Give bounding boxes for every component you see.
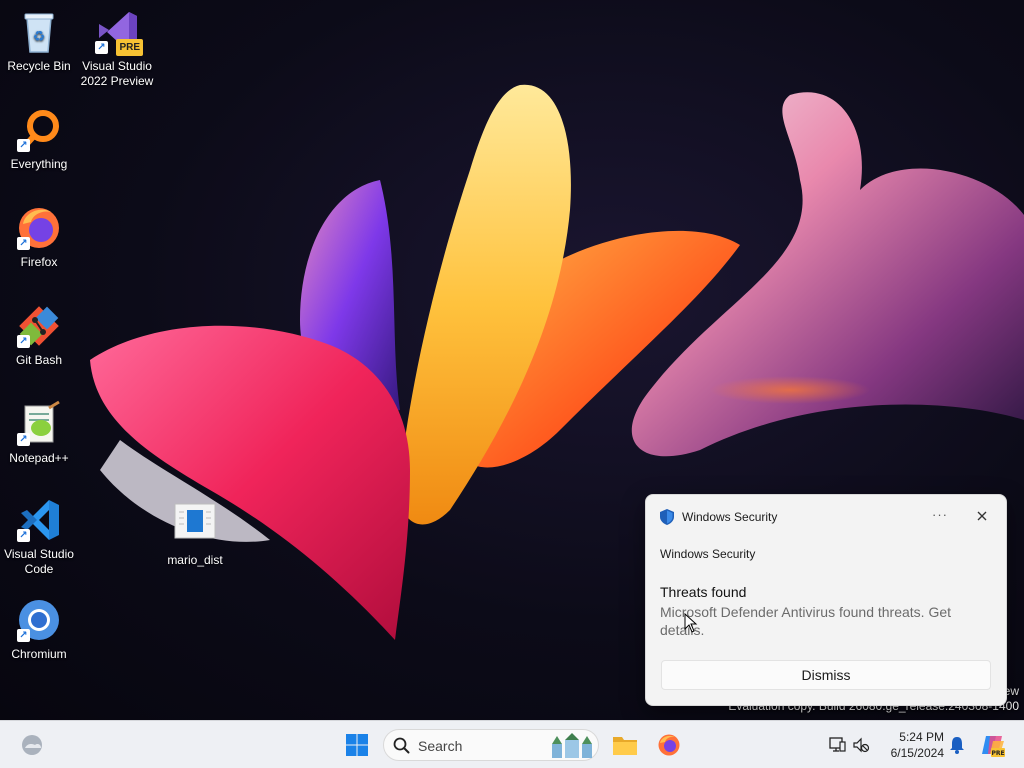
windows-security-notification[interactable]: Windows Security ··· Windows Security Th…: [645, 494, 1007, 706]
desktop-icon-label: Everything: [10, 157, 68, 171]
search-highlight-illustration-icon: [552, 733, 592, 758]
shortcut-arrow-icon: ↗: [17, 629, 30, 642]
svg-text:PRE: PRE: [991, 750, 1004, 757]
search-placeholder: Search: [418, 738, 463, 754]
taskbar-file-explorer[interactable]: [608, 721, 642, 768]
chromium-icon: ↗: [15, 596, 63, 644]
desktop-icon-label: Firefox: [20, 255, 58, 269]
copilot-button[interactable]: PRE: [978, 721, 1008, 768]
clock-date: 6/15/2024: [890, 746, 944, 760]
dismiss-button[interactable]: Dismiss: [661, 660, 991, 690]
firefox-icon: ↗: [15, 204, 63, 252]
desktop-icon-git-bash[interactable]: ↗ Git Bash: [0, 302, 78, 368]
desktop-icon-label: Visual Studio: [82, 59, 152, 73]
notification-app-name: Windows Security: [682, 510, 778, 524]
copilot-preview-icon: PRE: [982, 736, 1005, 757]
shortcut-arrow-icon: ↗: [17, 529, 30, 542]
notification-subtitle: Windows Security: [660, 547, 756, 561]
desktop-icon-mario-dist[interactable]: mario_dist: [156, 502, 234, 568]
vscode-icon: ↗: [15, 496, 63, 544]
desktop-icon-label: Notepad++: [9, 451, 69, 465]
tray-network-button[interactable]: [826, 721, 848, 768]
close-icon[interactable]: [974, 508, 990, 524]
preview-badge: PRE: [116, 39, 143, 56]
desktop-icon-label: Git Bash: [15, 353, 63, 367]
more-options-button[interactable]: ···: [932, 507, 948, 522]
notification-header: Windows Security: [660, 509, 777, 525]
weather-widget-icon: [22, 735, 42, 755]
shortcut-arrow-icon: ↗: [17, 335, 30, 348]
search-icon: [393, 737, 410, 754]
desktop-icon-label: mario_dist: [167, 553, 223, 567]
notification-center-button[interactable]: [946, 721, 968, 768]
shield-icon: [660, 509, 674, 525]
taskbar-search-box[interactable]: Search: [383, 729, 599, 761]
shortcut-arrow-icon: ↗: [95, 41, 108, 54]
widgets-button[interactable]: [14, 721, 50, 768]
desktop-icon-recycle-bin[interactable]: ♻ Recycle Bin: [0, 8, 78, 74]
desktop-icon-firefox[interactable]: ↗ Firefox: [0, 204, 78, 270]
mouse-cursor-icon: [684, 613, 698, 633]
desktop-icon-label: Chromium: [11, 647, 67, 661]
desktop-icon-chromium[interactable]: ↗ Chromium: [0, 596, 78, 662]
shortcut-arrow-icon: ↗: [17, 139, 30, 152]
bell-icon: [950, 737, 964, 754]
firefox-icon: [658, 734, 680, 756]
system-clock[interactable]: 5:24 PM 6/15/2024: [878, 729, 944, 761]
display-network-icon: [829, 737, 846, 752]
desktop-icon-label: Recycle Bin: [7, 59, 71, 73]
shortcut-arrow-icon: ↗: [17, 433, 30, 446]
file-icon: [171, 502, 219, 550]
desktop-icon-label-line2: 2022 Preview: [80, 74, 154, 88]
notification-title: Threats found: [660, 584, 747, 600]
taskbar: Search 5:24 PM 6/15/2024 PRE: [0, 720, 1024, 768]
desktop-icon-everything[interactable]: ↗ Everything: [0, 106, 78, 172]
desktop: ♻ Recycle Bin PRE ↗ Visual Studio 2022 P…: [0, 0, 1024, 720]
speaker-muted-icon: [853, 737, 870, 753]
desktop-icon-label-line2: Code: [24, 562, 54, 576]
git-bash-icon: ↗: [15, 302, 63, 350]
desktop-icon-visual-studio-preview[interactable]: PRE ↗ Visual Studio 2022 Preview: [78, 8, 156, 89]
everything-search-icon: ↗: [15, 106, 63, 154]
shortcut-arrow-icon: ↗: [17, 237, 30, 250]
desktop-icon-label: Visual Studio: [4, 547, 74, 561]
windows-logo-icon: [346, 734, 368, 756]
recycle-bin-icon: ♻: [15, 8, 63, 56]
desktop-icon-vscode[interactable]: ↗ Visual Studio Code: [0, 496, 78, 577]
folder-icon: [613, 737, 637, 755]
svg-text:♻: ♻: [33, 28, 46, 44]
notification-body[interactable]: Microsoft Defender Antivirus found threa…: [660, 603, 980, 639]
desktop-icon-notepad-plus-plus[interactable]: ↗ Notepad++: [0, 400, 78, 466]
notepad-plus-plus-icon: ↗: [15, 400, 63, 448]
start-button[interactable]: [340, 721, 374, 768]
tray-volume-button[interactable]: [850, 721, 872, 768]
visual-studio-preview-icon: PRE ↗: [93, 8, 143, 56]
taskbar-firefox[interactable]: [652, 721, 686, 768]
clock-time: 5:24 PM: [899, 730, 944, 744]
